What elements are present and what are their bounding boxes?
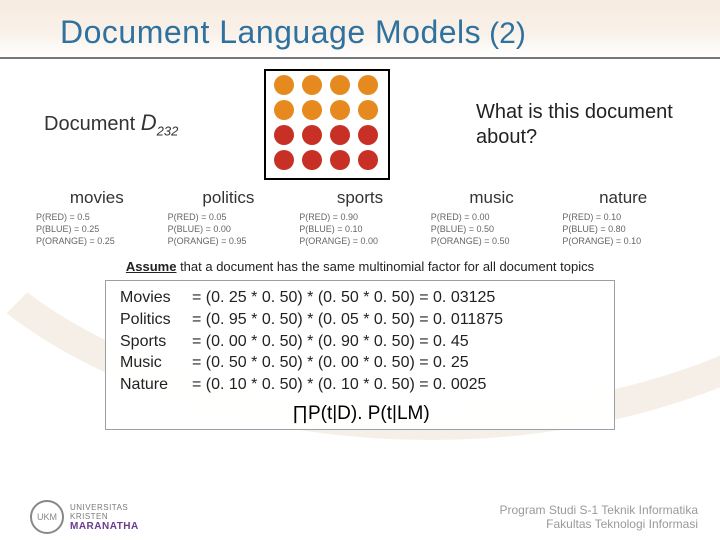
dot-grid xyxy=(264,69,390,180)
prob-red: P(RED) = 0.00 xyxy=(431,211,553,223)
prob-red: P(RED) = 0.10 xyxy=(562,211,684,223)
calc-key: Music xyxy=(120,352,192,374)
grid-dot xyxy=(302,125,322,145)
calc-key: Movies xyxy=(120,287,192,309)
topic-column: music P(RED) = 0.00P(BLUE) = 0.50P(ORANGE… xyxy=(431,188,553,247)
topic-column: sports P(RED) = 0.90P(BLUE) = 0.10P(ORANG… xyxy=(299,188,421,247)
footer: UKM UNIVERSITAS KRISTEN MARANATHA Progra… xyxy=(0,500,720,534)
calc-value: = (0. 50 * 0. 50) * (0. 00 * 0. 50) = 0.… xyxy=(192,352,469,374)
assumption-text: Assume that a document has the same mult… xyxy=(0,259,720,274)
grid-dot xyxy=(330,75,350,95)
topic-name: music xyxy=(431,188,553,208)
slide-header: Document Language Models (2) xyxy=(0,0,720,59)
program-line: Program Studi S-1 Teknik Informatika xyxy=(499,503,698,517)
grid-dot xyxy=(330,150,350,170)
prob-red: P(RED) = 0.5 xyxy=(36,211,158,223)
prob-orange: P(ORANGE) = 0.95 xyxy=(168,235,290,247)
grid-dot xyxy=(302,150,322,170)
calc-value: = (0. 00 * 0. 50) * (0. 90 * 0. 50) = 0.… xyxy=(192,331,469,353)
prob-blue: P(BLUE) = 0.10 xyxy=(299,223,421,235)
calc-line: Politics= (0. 95 * 0. 50) * (0. 05 * 0. … xyxy=(120,309,602,331)
logo-line3: MARANATHA xyxy=(70,521,139,532)
top-row: Document D232 What is this document abou… xyxy=(0,63,720,182)
logo-line2: KRISTEN xyxy=(70,512,139,521)
title-sub: (2) xyxy=(489,17,526,51)
prob-orange: P(ORANGE) = 0.25 xyxy=(36,235,158,247)
calc-key: Sports xyxy=(120,331,192,353)
calc-value: = (0. 95 * 0. 50) * (0. 05 * 0. 50) = 0.… xyxy=(192,309,503,331)
calc-value: = (0. 10 * 0. 50) * (0. 10 * 0. 50) = 0.… xyxy=(192,374,486,396)
grid-dot xyxy=(274,150,294,170)
topic-column: politics P(RED) = 0.05P(BLUE) = 0.00P(ORA… xyxy=(168,188,290,247)
prob-orange: P(ORANGE) = 0.00 xyxy=(299,235,421,247)
prob-red: P(RED) = 0.05 xyxy=(168,211,290,223)
calc-key: Politics xyxy=(120,309,192,331)
logo-seal-icon: UKM xyxy=(30,500,64,534)
grid-dot xyxy=(358,150,378,170)
topic-name: movies xyxy=(36,188,158,208)
question-text: What is this document about? xyxy=(476,100,676,150)
prob-blue: P(BLUE) = 0.25 xyxy=(36,223,158,235)
prob-orange: P(ORANGE) = 0.10 xyxy=(562,235,684,247)
grid-dot xyxy=(358,75,378,95)
topics-row: moviesP(RED) = 0.5P(BLUE) = 0.25P(ORANGE… xyxy=(0,182,720,247)
prob-blue: P(BLUE) = 0.80 xyxy=(562,223,684,235)
topic-name: politics xyxy=(168,188,290,208)
university-logo: UKM UNIVERSITAS KRISTEN MARANATHA xyxy=(30,500,139,534)
calc-line: Sports= (0. 00 * 0. 50) * (0. 90 * 0. 50… xyxy=(120,331,602,353)
grid-dot xyxy=(302,75,322,95)
doc-letter: D xyxy=(141,110,157,135)
calculation-box: Movies= (0. 25 * 0. 50) * (0. 50 * 0. 50… xyxy=(105,280,615,430)
grid-dot xyxy=(302,100,322,120)
assume-underline: Assume xyxy=(126,259,177,274)
grid-dot xyxy=(274,75,294,95)
prob-orange: P(ORANGE) = 0.50 xyxy=(431,235,553,247)
document-label: Document D232 xyxy=(44,110,178,138)
calc-key: Nature xyxy=(120,374,192,396)
grid-dot xyxy=(330,125,350,145)
grid-dot xyxy=(358,100,378,120)
assume-rest: that a document has the same multinomial… xyxy=(176,259,594,274)
topic-name: nature xyxy=(562,188,684,208)
faculty-text: Program Studi S-1 Teknik Informatika Fak… xyxy=(499,503,698,532)
faculty-line: Fakultas Teknologi Informasi xyxy=(499,517,698,531)
calc-value: = (0. 25 * 0. 50) * (0. 50 * 0. 50) = 0.… xyxy=(192,287,495,309)
prob-blue: P(BLUE) = 0.00 xyxy=(168,223,290,235)
document-word: Document xyxy=(44,113,135,135)
calc-line: Movies= (0. 25 * 0. 50) * (0. 50 * 0. 50… xyxy=(120,287,602,309)
formula: ∏P(t|D). P(t|LM) xyxy=(120,403,602,425)
calc-line: Nature= (0. 10 * 0. 50) * (0. 10 * 0. 50… xyxy=(120,374,602,396)
grid-dot xyxy=(358,125,378,145)
prob-blue: P(BLUE) = 0.50 xyxy=(431,223,553,235)
doc-subscript: 232 xyxy=(157,124,179,139)
topic-name: sports xyxy=(299,188,421,208)
slide: Document Language Models (2) Document D2… xyxy=(0,0,720,540)
topic-column: movies P(RED) = 0.5P(BLUE) = 0.25P(ORANGE… xyxy=(36,188,158,247)
grid-dot xyxy=(274,125,294,145)
logo-line1: UNIVERSITAS xyxy=(70,503,139,512)
topic-column: nature P(RED) = 0.10P(BLUE) = 0.80P(ORANG… xyxy=(562,188,684,247)
title-main: Document Language Models xyxy=(60,14,481,51)
prob-red: P(RED) = 0.90 xyxy=(299,211,421,223)
grid-dot xyxy=(330,100,350,120)
calc-line: Music= (0. 50 * 0. 50) * (0. 00 * 0. 50)… xyxy=(120,352,602,374)
grid-dot xyxy=(274,100,294,120)
